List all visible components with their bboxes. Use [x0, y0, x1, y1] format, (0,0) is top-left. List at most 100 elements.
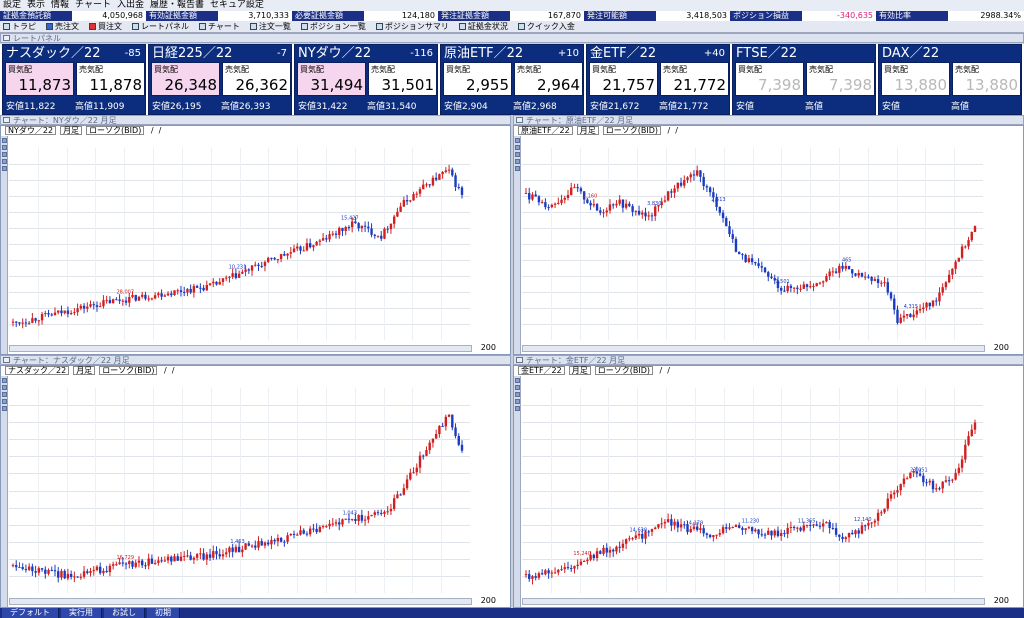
chart-scrollbar[interactable]: [9, 598, 472, 605]
indicator-tool-icon[interactable]: [515, 166, 520, 171]
tab-default[interactable]: デフォルト: [2, 608, 59, 618]
rate-card[interactable]: 日経225／22 -7 買気配 26,348 売気配 26,362 安値26,195 高値26…: [148, 44, 292, 115]
chart-type-select[interactable]: ローソク(BID): [86, 126, 145, 135]
menu-item-history[interactable]: 履歴・報告書: [150, 0, 204, 11]
zoom-tool-icon[interactable]: [515, 152, 520, 157]
candle-body: [692, 174, 696, 176]
zoom-level[interactable]: 200: [994, 343, 1009, 352]
period-select[interactable]: 月足: [576, 126, 599, 135]
chart-scrollbar[interactable]: [9, 345, 472, 352]
settings-tool-icon[interactable]: [2, 159, 7, 164]
zoom-tool-icon[interactable]: [2, 392, 7, 397]
ask-box[interactable]: 売気配 7,398: [806, 62, 875, 96]
toolbar-margin-status[interactable]: 証拠金状況: [458, 21, 508, 32]
bid-box[interactable]: 買気配 31,494: [297, 62, 366, 96]
tab-trial[interactable]: お試し: [104, 608, 145, 618]
bid-box[interactable]: 買気配 21,757: [589, 62, 658, 96]
chart-gold-etf[interactable]: 金ETF／22 月足 ローソク(BID) / / 200 15,240 14,630 14…: [513, 365, 1024, 608]
bid-box[interactable]: 買気配 11,873: [5, 62, 74, 96]
settings-tool-icon[interactable]: [515, 159, 520, 164]
line-tool-icon[interactable]: [2, 145, 7, 150]
toolbar-trapi[interactable]: トラピ: [3, 21, 36, 32]
zoom-tool-icon[interactable]: [515, 392, 520, 397]
rate-card[interactable]: 金ETF／22 +40 買気配 21,757 売気配 21,772 安値21,672 高値21…: [586, 44, 730, 115]
settings-tool-icon[interactable]: [2, 399, 7, 404]
tab-exec[interactable]: 実行用: [61, 608, 102, 618]
zoom-level[interactable]: 200: [994, 596, 1009, 605]
date-field[interactable]: / /: [657, 366, 673, 376]
chart-type-select[interactable]: ローソク(BID): [602, 126, 661, 135]
ask-box[interactable]: 売気配 2,964: [514, 62, 583, 96]
candlestick-plot[interactable]: 7,160 3,830 2,513 1,501 465 4,315: [522, 148, 983, 340]
ask-box[interactable]: 売気配 26,362: [222, 62, 291, 96]
candlestick-plot[interactable]: 28,007 10,231 15,427: [9, 148, 470, 340]
ask-box[interactable]: 売気配 21,772: [660, 62, 729, 96]
rate-card[interactable]: 原油ETF／22 +10 買気配 2,955 売気配 2,964 安値2,904 高値2,96…: [440, 44, 584, 115]
toolbar-chart[interactable]: チャート: [199, 21, 240, 32]
ask-box[interactable]: 売気配 13,880: [952, 62, 1021, 96]
crosshair-tool-icon[interactable]: [515, 378, 520, 383]
bid-box[interactable]: 買気配 2,955: [443, 62, 512, 96]
toolbar-buy-order[interactable]: 買注文: [89, 21, 122, 32]
candle-body: [296, 246, 299, 249]
settings-tool-icon[interactable]: [515, 399, 520, 404]
chart-oil-etf[interactable]: 原油ETF／22 月足 ローソク(BID) / / 200 7,160 3,830 2,5…: [513, 125, 1024, 355]
crosshair-tool-icon[interactable]: [2, 378, 7, 383]
date-field[interactable]: / /: [665, 126, 681, 136]
symbol-select[interactable]: 原油ETF／22: [518, 126, 573, 135]
bid-box[interactable]: 買気配 13,880: [881, 62, 950, 96]
toolbar-rate-panel[interactable]: レートパネル: [132, 21, 189, 32]
chart-scrollbar[interactable]: [522, 598, 985, 605]
ask-box[interactable]: 売気配 11,878: [76, 62, 145, 96]
indicator-tool-icon[interactable]: [2, 406, 7, 411]
symbol-select[interactable]: NYダウ／22: [5, 126, 57, 135]
symbol-select[interactable]: ナスダック／22: [5, 366, 70, 375]
rate-card[interactable]: ナスダック／22 -85 買気配 11,873 売気配 11,878 安値11,822 高値1…: [2, 44, 146, 115]
toolbar-quick-deposit[interactable]: クイック入金: [517, 21, 575, 32]
toolbar-position-summary[interactable]: ポジションサマリ: [375, 21, 449, 32]
line-tool-icon[interactable]: [2, 385, 7, 390]
period-select[interactable]: 月足: [568, 366, 591, 375]
date-field[interactable]: / /: [148, 126, 164, 136]
bid-box[interactable]: 買気配 7,398: [735, 62, 804, 96]
line-tool-icon[interactable]: [515, 385, 520, 390]
menu-item-info[interactable]: 情報: [51, 0, 69, 11]
candlestick-plot[interactable]: 16,729 1,463 1,043: [9, 388, 470, 593]
toolbar-position-list[interactable]: ポジション一覧: [300, 21, 366, 32]
chart-nydow[interactable]: NYダウ／22 月足 ローソク(BID) / / 200 28,007 10,231 15…: [0, 125, 511, 355]
bid-box[interactable]: 買気配 26,348: [151, 62, 220, 96]
period-select[interactable]: 月足: [73, 366, 96, 375]
crosshair-tool-icon[interactable]: [515, 138, 520, 143]
menu-item-settings[interactable]: 設定: [3, 0, 21, 11]
menu-item-secure[interactable]: セキュア設定: [210, 0, 264, 11]
candle-body: [234, 273, 238, 278]
menu-item-deposit[interactable]: 入出金: [117, 0, 144, 11]
rate-card[interactable]: FTSE／22 買気配 7,398 売気配 7,398 安値 高値: [732, 44, 876, 115]
rate-card[interactable]: DAX／22 買気配 13,880 売気配 13,880 安値 高値: [878, 44, 1022, 115]
line-tool-icon[interactable]: [515, 145, 520, 150]
candle-body: [399, 206, 402, 212]
chart-nasdaq[interactable]: ナスダック／22 月足 ローソク(BID) / / 200 16,729 1,463 1,…: [0, 365, 511, 608]
chart-type-select[interactable]: ローソク(BID): [99, 366, 158, 375]
symbol-select[interactable]: 金ETF／22: [518, 366, 565, 375]
chart-type-select[interactable]: ローソク(BID): [594, 366, 653, 375]
menu-item-view[interactable]: 表示: [27, 0, 45, 11]
tab-initial[interactable]: 初期: [147, 608, 180, 618]
crosshair-tool-icon[interactable]: [2, 138, 7, 143]
candlestick-plot[interactable]: 15,240 14,630 14,179 11,230 11,365 12,140 23,0…: [522, 388, 983, 593]
toolbar-sell-order[interactable]: 売注文: [46, 21, 79, 32]
zoom-level[interactable]: 200: [481, 343, 496, 352]
candle-body: [451, 414, 454, 428]
indicator-tool-icon[interactable]: [515, 406, 520, 411]
zoom-level[interactable]: 200: [481, 596, 496, 605]
period-select[interactable]: 月足: [60, 126, 83, 135]
ask-box[interactable]: 売気配 31,501: [368, 62, 437, 96]
date-field[interactable]: / /: [161, 366, 177, 376]
menu-item-chart[interactable]: チャート: [75, 0, 111, 11]
zoom-tool-icon[interactable]: [2, 152, 7, 157]
chart-scrollbar[interactable]: [522, 345, 985, 352]
candle-body: [344, 227, 347, 232]
rate-card[interactable]: NYダウ／22 -116 買気配 31,494 売気配 31,501 安値31,422 高値3…: [294, 44, 438, 115]
indicator-tool-icon[interactable]: [2, 166, 7, 171]
toolbar-order-list[interactable]: 注文一覧: [249, 21, 291, 32]
